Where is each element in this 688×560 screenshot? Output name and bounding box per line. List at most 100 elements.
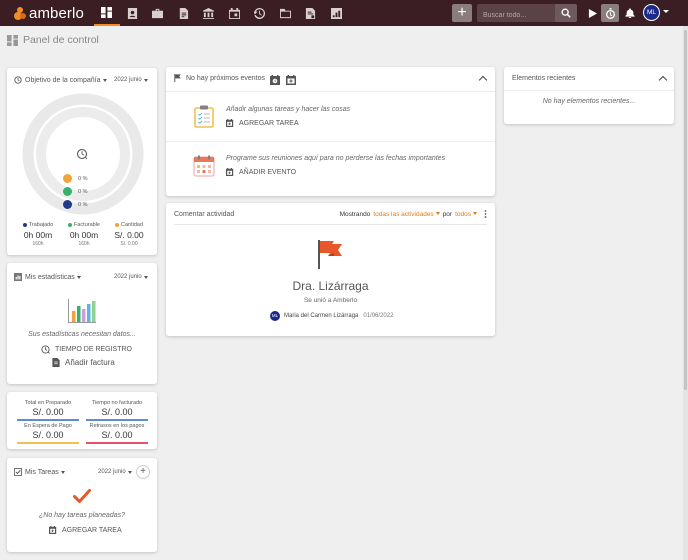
checkmark-icon [73, 489, 91, 503]
ring-legend-item-1: 0 % [63, 172, 87, 185]
collapse-recent-button[interactable] [658, 75, 668, 85]
notifications-button[interactable] [621, 4, 639, 22]
activity-by-label: por [442, 210, 453, 218]
ring-legend-item-2: 0 % [63, 185, 87, 198]
add-invoice-button[interactable]: Añadir factura [52, 358, 115, 367]
logo[interactable]: amberlo [14, 5, 84, 22]
log-time-button[interactable]: TIEMPO DE REGISTRO [41, 345, 132, 354]
calendar-task-icon [270, 75, 280, 85]
add-task-label: AGREGAR TAREA [62, 526, 122, 534]
events-card-title: No hay próximos eventos [186, 74, 265, 82]
user-menu-caret[interactable] [663, 10, 669, 13]
divider [504, 90, 674, 91]
events-meetings-hint: Programe sus reuniones aquí para no perd… [226, 155, 446, 162]
ring-legend: 0 % 0 % 0 % [63, 172, 87, 211]
finance-awaiting-payment[interactable]: En Espera de Pago S/. 0.00 [17, 423, 79, 444]
search-input[interactable] [477, 6, 555, 25]
finance-late-payments[interactable]: Retrasos en los pagos S/. 0.00 [86, 423, 148, 444]
activity-entry-title: Dra. Lizárraga [292, 279, 369, 293]
finance-item-label: En Espera de Pago [24, 423, 72, 429]
timer-button[interactable] [601, 4, 619, 22]
my-stats-card: Mis estadísticas 2022 junio Sus estadíst… [7, 263, 157, 384]
tasks-card-header[interactable]: Mis Tareas [14, 468, 65, 476]
activity-user-name[interactable]: Maria del Carmen Lizárraga [284, 313, 358, 319]
quick-add-button[interactable]: + [452, 4, 472, 22]
page-scrollbar[interactable] [683, 26, 688, 560]
finance-total-prepared[interactable]: Total en Preparado S/. 0.00 [17, 400, 79, 421]
search-button[interactable] [555, 4, 577, 22]
activity-feed-card: Comentar actividad Mostrando todas las a… [166, 203, 495, 336]
activity-filters: Mostrando todas las actividades por todo… [340, 210, 487, 218]
goal-card-header[interactable]: Objetivo de la compañía [14, 76, 107, 84]
user-avatar[interactable]: ML [643, 4, 660, 21]
recent-items-title: Elementos recientes [512, 75, 576, 82]
stats-card-header[interactable]: Mis estadísticas [14, 273, 81, 281]
finance-unbilled-time[interactable]: Tiempo no facturado S/. 0.00 [86, 400, 148, 421]
dashboard-icon [7, 34, 18, 46]
nav-bank-icon[interactable] [196, 0, 222, 26]
activity-user-avatar[interactable]: ML [270, 311, 280, 321]
nav-document-icon[interactable] [171, 0, 197, 26]
activity-user-filter[interactable]: todos [455, 211, 477, 218]
stat-amount: Cantidad S/. 0.00 S/. 0.00 [107, 222, 151, 247]
nav-report-icon[interactable] [324, 0, 350, 26]
stopwatch-icon [605, 7, 615, 19]
stat-billable-label: Facturable [74, 222, 100, 228]
finance-item-bar [17, 442, 79, 444]
ring-legend-item-3: 0 % [63, 198, 87, 211]
my-tasks-card: Mis Tareas 2022 junio + ¿No hay tareas p… [7, 458, 157, 552]
activity-entry-meta: ML Maria del Carmen Lizárraga 01/06/2022 [270, 311, 393, 321]
tasks-period-label: 2022 junio [98, 469, 126, 475]
collapse-events-button[interactable] [478, 75, 488, 85]
activity-type-filter-label: todas las actividades [373, 210, 434, 218]
stats-period-select[interactable]: 2022 junio [114, 274, 148, 280]
add-task-event-icon-button[interactable] [270, 72, 280, 90]
company-goal-card: Objetivo de la compañía 2022 junio 0 % 0… [7, 68, 157, 255]
add-event-icon-button[interactable] [286, 72, 296, 90]
divider [174, 224, 487, 225]
activity-type-filter[interactable]: todas las actividades [373, 210, 440, 218]
tasks-empty-message: ¿No hay tareas planeadas? [39, 512, 125, 519]
divider [166, 91, 495, 92]
goal-period-select[interactable]: 2022 junio [114, 77, 148, 83]
calendar-illustration-icon [193, 155, 215, 177]
nav-calendar-icon[interactable] [222, 0, 248, 26]
bell-icon [625, 8, 635, 18]
stats-placeholder-chart-icon [68, 299, 96, 323]
time-log-icon [41, 345, 50, 354]
activity-entry-description: Se unió a Amberlo [303, 297, 358, 304]
invoice-icon [52, 358, 60, 367]
finance-item-value: S/. 0.00 [32, 430, 64, 440]
nav-invoice-icon[interactable] [298, 0, 324, 26]
calendar-add-icon [226, 168, 234, 176]
scrollbar-thumb[interactable] [684, 30, 687, 390]
top-bar: amberlo + ML [0, 0, 688, 26]
nav-briefcase-icon[interactable] [145, 0, 171, 26]
add-event-button[interactable]: AÑADIR EVENTO [226, 168, 296, 176]
activity-user-filter-label: todos [455, 210, 471, 218]
nav-dashboard-icon[interactable] [94, 0, 120, 26]
tasks-period-select[interactable]: 2022 junio [98, 469, 132, 475]
page-header: Panel de control [7, 34, 99, 46]
events-add-task-button[interactable]: AGREGAR TAREA [226, 119, 299, 127]
finance-item-value: S/. 0.00 [101, 407, 133, 417]
add-event-label: AÑADIR EVENTO [239, 168, 297, 176]
recent-items-empty: No hay elementos recientes... [542, 98, 636, 105]
page-title: Panel de control [23, 34, 99, 46]
play-button[interactable] [583, 4, 601, 22]
events-card-header: No hay próximos eventos [174, 74, 265, 82]
ring-dot-green [63, 187, 72, 196]
nav-folder-icon[interactable] [273, 0, 299, 26]
add-task-circle-button[interactable]: + [136, 465, 150, 479]
stat-worked-value: 0h 00m [23, 230, 53, 240]
add-task-button[interactable]: AGREGAR TAREA [49, 526, 122, 534]
finance-item-label: Tiempo no facturado [91, 400, 143, 406]
stats-card-title: Mis estadísticas [25, 273, 75, 281]
nav-contacts-icon[interactable] [120, 0, 146, 26]
stat-worked-sub: 160h [32, 241, 44, 247]
stat-billable-value: 0h 00m [69, 230, 99, 240]
logo-icon [14, 6, 27, 20]
more-vertical-icon[interactable] [484, 210, 487, 218]
nav-history-icon[interactable] [247, 0, 273, 26]
activity-date: 01/06/2022 [363, 313, 394, 319]
